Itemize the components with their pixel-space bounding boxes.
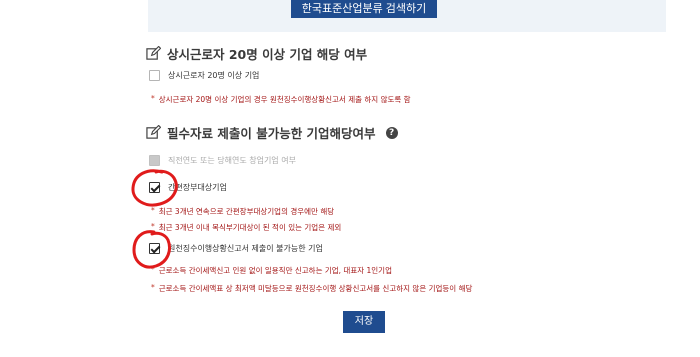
section1-title: 상시근로자 20명 이상 기업 해당 여부 [146, 44, 367, 63]
section2-title: 필수자료 제출이 불가능한 기업해당여부 ? [146, 123, 398, 142]
checkbox-label: 상시근로자 20명 이상 기업 [168, 71, 260, 80]
industry-classification-search-button[interactable]: 한국표준산업분류 검색하기 [291, 0, 437, 18]
checkbox-withholding[interactable] [149, 243, 160, 254]
save-button[interactable]: 저장 [343, 311, 385, 333]
section1-note: * 상시근로자 20명 이상 기업의 경우 원천징수이행상황신고서 제출 하지 않… [151, 94, 411, 104]
section2-title-text: 필수자료 제출이 불가능한 기업해당여부 [167, 126, 376, 141]
item3-note-1: * 근로소득 간이세액신고 인원 없이 일용직만 신고하는 기업, 대표자 1인기… [151, 265, 392, 275]
checkbox-row-withholding[interactable]: 원천징수이행상황신고서 제출이 불가능한 기업 [149, 243, 323, 254]
checkbox-startup [149, 155, 160, 166]
section1-title-text: 상시근로자 20명 이상 기업 해당 여부 [167, 47, 368, 62]
checkbox-label: 직전연도 또는 당해연도 창업기업 여부 [168, 156, 296, 165]
checkbox-simple-ledger[interactable] [149, 182, 160, 193]
edit-icon [146, 125, 161, 139]
checkbox-label: 원천징수이행상황신고서 제출이 불가능한 기업 [168, 244, 323, 253]
edit-icon [146, 46, 161, 60]
item2-note-2: * 최근 3개년 이내 복식부기대상이 된 적이 있는 기업은 제외 [151, 222, 342, 232]
checkbox-20-employees[interactable] [149, 70, 160, 81]
checkbox-label: 간편장부대상기업 [168, 183, 227, 192]
checkbox-row-20-employees[interactable]: 상시근로자 20명 이상 기업 [149, 70, 259, 81]
checkbox-row-simple-ledger[interactable]: 간편장부대상기업 [149, 182, 227, 193]
item2-note-1: * 최근 3개년 연속으로 간편장부대상기업의 경우에만 해당 [151, 206, 335, 216]
item3-note-2: * 근로소득 간이세액표 상 최저액 미달등으로 원천징수이행 상황신고서를 신고… [151, 283, 473, 293]
checkbox-row-startup: 직전연도 또는 당해연도 창업기업 여부 [149, 155, 296, 166]
help-icon[interactable]: ? [385, 126, 398, 139]
